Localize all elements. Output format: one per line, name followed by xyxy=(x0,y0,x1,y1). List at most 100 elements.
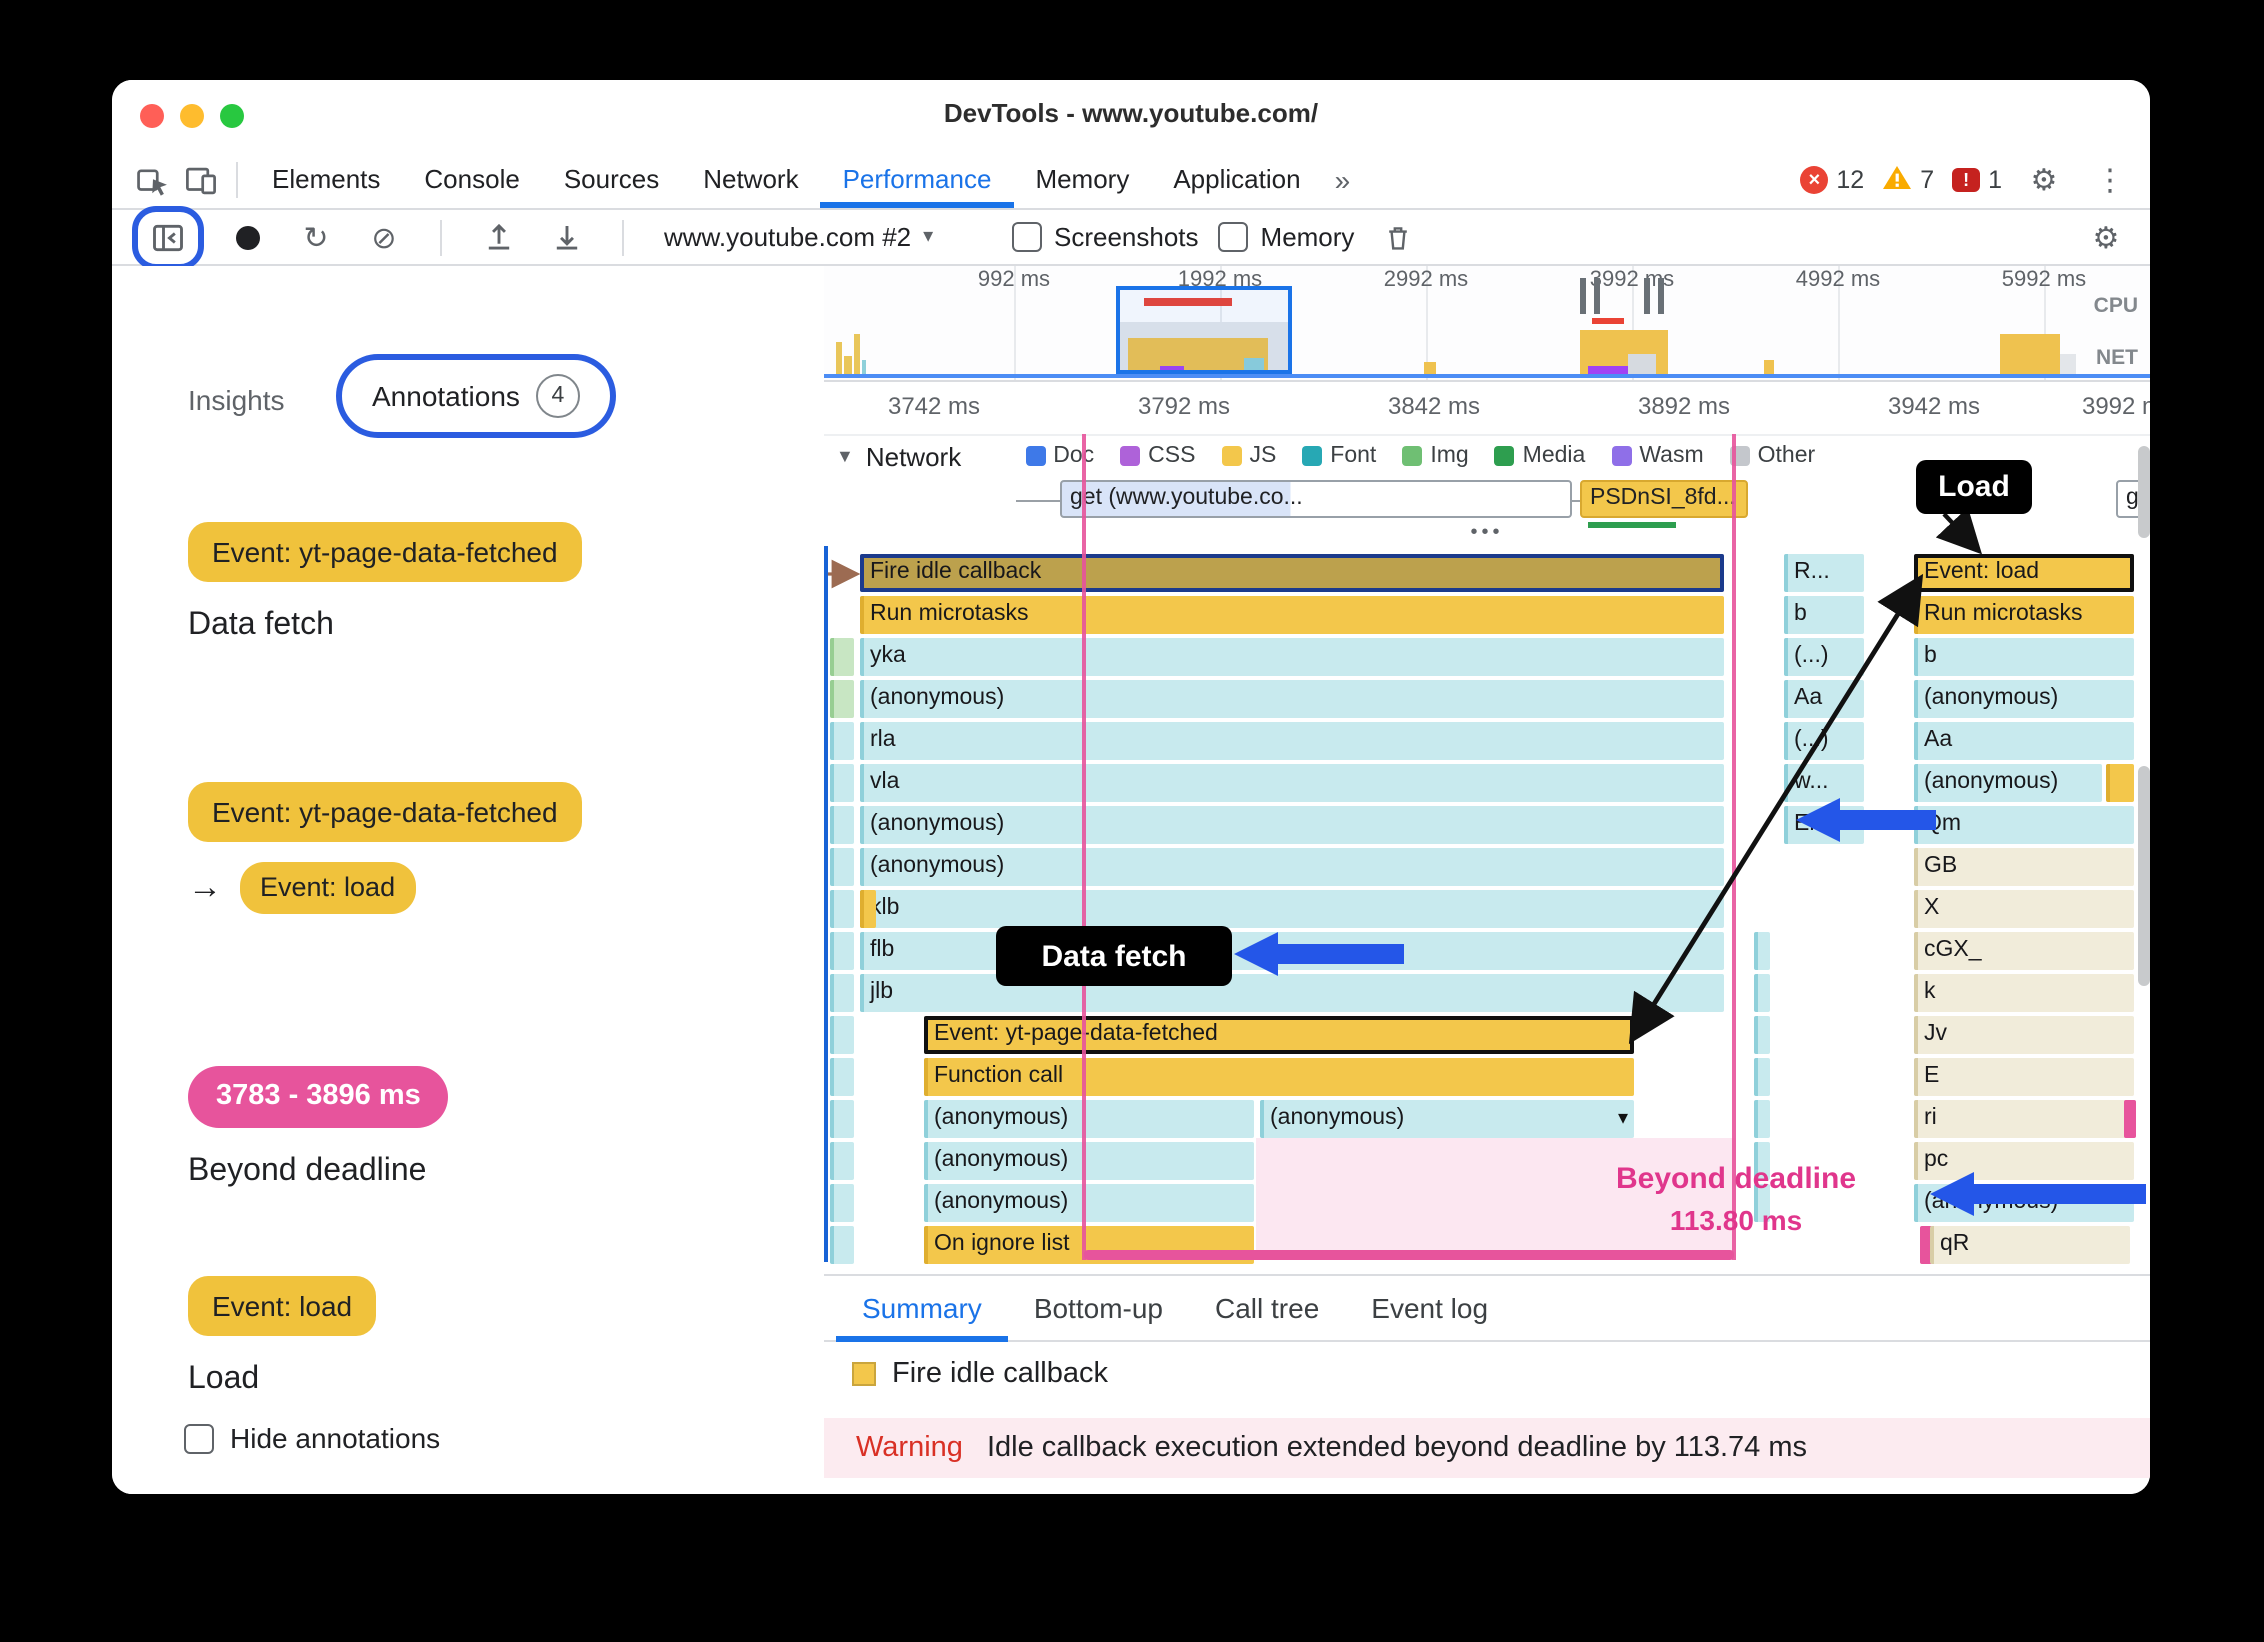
vertical-scrollbar-thumb[interactable] xyxy=(2138,446,2150,538)
flame-entry[interactable]: (anonymous) xyxy=(1914,680,2134,718)
flame-entry[interactable]: klb xyxy=(860,890,1724,928)
flame-entry[interactable]: (anonymous) xyxy=(924,1100,1254,1138)
annotation-entry[interactable]: Event: yt-page-data-fetched → Event: load xyxy=(188,782,582,914)
flame-strip[interactable] xyxy=(830,806,854,844)
overview-window-handle[interactable] xyxy=(1580,278,1600,314)
load-annotation-label[interactable]: Load xyxy=(1916,460,2032,514)
flame-strip[interactable] xyxy=(830,1016,854,1054)
reload-and-record-button[interactable]: ↻ xyxy=(292,213,340,261)
flame-strip[interactable] xyxy=(830,1226,854,1264)
flame-entry[interactable]: jlb xyxy=(860,974,1724,1012)
flame-entry[interactable]: pc xyxy=(1914,1142,2134,1180)
flame-entry[interactable]: (...) xyxy=(1784,722,1864,760)
bottom-tab-event-log[interactable]: Event log xyxy=(1345,1275,1514,1341)
flame-entry[interactable]: (anonymous) xyxy=(860,848,1724,886)
flame-entry[interactable]: Aa xyxy=(1784,680,1864,718)
collect-garbage-icon[interactable] xyxy=(1374,213,1422,261)
flame-entry[interactable]: X xyxy=(1914,890,2134,928)
flame-strip[interactable] xyxy=(830,764,854,802)
flame-entry[interactable]: Run microtasks xyxy=(860,596,1724,634)
flame-strip[interactable] xyxy=(830,974,854,1012)
flame-strip[interactable] xyxy=(860,890,876,928)
tab-performance[interactable]: Performance xyxy=(821,152,1014,208)
kebab-menu-icon[interactable]: ⋮ xyxy=(2086,156,2134,204)
flame-strip[interactable] xyxy=(2124,1100,2136,1138)
flame-entry[interactable]: (...) xyxy=(1784,638,1864,676)
flame-entry[interactable]: ri xyxy=(1914,1100,2134,1138)
flame-entry[interactable]: GB xyxy=(1914,848,2134,886)
flame-strip[interactable] xyxy=(1754,1016,1770,1054)
vertical-scrollbar-thumb[interactable] xyxy=(2138,766,2150,986)
flame-entry[interactable]: b xyxy=(1914,638,2134,676)
timeline-overview[interactable]: CPU NET 992 ms 1992 ms 2992 ms 3992 ms 4992 … xyxy=(824,266,2150,382)
bottom-tab-bottom-up[interactable]: Bottom-up xyxy=(1008,1275,1189,1341)
flame-entry[interactable]: cGX_ xyxy=(1914,932,2134,970)
flame-entry[interactable]: R... xyxy=(1784,554,1864,592)
flame-strip[interactable] xyxy=(830,848,854,886)
flame-strip[interactable] xyxy=(1754,1100,1770,1138)
flame-strip[interactable] xyxy=(1754,1058,1770,1096)
flame-entry[interactable]: (anonymous) xyxy=(924,1142,1254,1180)
flame-strip[interactable] xyxy=(830,932,854,970)
flame-strip[interactable] xyxy=(2106,764,2134,802)
flame-entry[interactable]: (anonymous) xyxy=(1914,764,2102,802)
tab-elements[interactable]: Elements xyxy=(250,152,402,208)
track-overflow-dots[interactable]: ••• xyxy=(824,522,2150,546)
flame-strip[interactable] xyxy=(1754,974,1770,1012)
annotation-entry[interactable]: Event: yt-page-data-fetched Data fetch xyxy=(188,522,582,645)
flame-entry[interactable]: Event: yt-page-data-fetched xyxy=(924,1016,1634,1054)
flame-entry[interactable]: qR xyxy=(1930,1226,2130,1264)
console-warnings-badge[interactable]: 7 xyxy=(1882,164,1934,196)
flame-entry[interactable]: (anonymous) xyxy=(860,806,1724,844)
network-request[interactable]: get (www.youtube.co... xyxy=(1060,480,1572,518)
annotation-entry[interactable]: Event: load Load xyxy=(188,1276,377,1399)
flame-strip[interactable] xyxy=(1754,932,1770,970)
flame-chart[interactable]: Fire idle callback R... Event: load Run mic… xyxy=(824,546,2150,1274)
more-tabs-chevron[interactable]: » xyxy=(1323,164,1363,196)
flame-entry[interactable]: Aa xyxy=(1914,722,2134,760)
annotation-chip[interactable]: Event: load xyxy=(188,1276,377,1337)
flame-entry[interactable]: vla xyxy=(860,764,1724,802)
inspect-element-icon[interactable] xyxy=(128,156,176,204)
data-fetch-annotation-label[interactable]: Data fetch xyxy=(996,926,1232,986)
clear-recording-button[interactable]: ⊘ xyxy=(360,213,408,261)
bottom-tab-call-tree[interactable]: Call tree xyxy=(1189,1275,1345,1341)
annotation-chip[interactable]: 3783 - 3896 ms xyxy=(188,1066,449,1129)
flame-entry[interactable]: b xyxy=(1784,596,1864,634)
flame-entry[interactable]: (anonymous) xyxy=(924,1184,1254,1222)
overview-window-handle[interactable] xyxy=(1644,278,1664,314)
issues-badge[interactable]: ! 1 xyxy=(1952,166,2002,194)
flame-entry[interactable]: Qm xyxy=(1914,806,2134,844)
flame-entry[interactable]: w... xyxy=(1784,764,1864,802)
annotation-chip[interactable]: Event: load xyxy=(240,862,416,914)
flame-entry[interactable]: yka xyxy=(860,638,1724,676)
profile-select[interactable]: www.youtube.com #2 ▾ xyxy=(656,222,992,252)
flame-strip[interactable] xyxy=(830,1142,854,1180)
flame-entry[interactable]: Jv xyxy=(1914,1016,2134,1054)
flame-entry[interactable]: Fire idle callback xyxy=(860,554,1724,592)
device-toolbar-icon[interactable] xyxy=(176,156,224,204)
flame-strip[interactable] xyxy=(830,638,854,676)
memory-checkbox[interactable]: Memory xyxy=(1218,222,1354,252)
flame-entry[interactable]: Er xyxy=(1784,806,1864,844)
hide-annotations-checkbox[interactable]: Hide annotations xyxy=(184,1422,440,1454)
flame-entry[interactable]: Function call xyxy=(924,1058,1634,1096)
download-profile-button[interactable] xyxy=(542,213,590,261)
flame-entry[interactable]: k xyxy=(1914,974,2134,1012)
flame-entry[interactable]: Event: load xyxy=(1914,554,2134,592)
annotation-chip[interactable]: Event: yt-page-data-fetched xyxy=(188,522,582,583)
console-errors-badge[interactable]: × 12 xyxy=(1800,166,1864,194)
tab-memory[interactable]: Memory xyxy=(1013,152,1151,208)
tab-console[interactable]: Console xyxy=(402,152,541,208)
annotation-chip[interactable]: Event: yt-page-data-fetched xyxy=(188,782,582,843)
flame-strip[interactable] xyxy=(830,680,854,718)
flame-strip[interactable] xyxy=(830,890,854,928)
flame-entry[interactable]: Run microtasks xyxy=(1914,596,2134,634)
flame-strip[interactable] xyxy=(830,1058,854,1096)
toggle-sidebar-button[interactable] xyxy=(144,213,192,261)
collapse-caret-icon[interactable]: ▾ xyxy=(1618,1100,1628,1138)
flame-strip[interactable] xyxy=(830,722,854,760)
flame-strip[interactable] xyxy=(830,1100,854,1138)
flame-entry[interactable]: (anonymous) xyxy=(1914,1184,2134,1222)
capture-settings-gear[interactable]: ⚙ xyxy=(2082,213,2130,261)
